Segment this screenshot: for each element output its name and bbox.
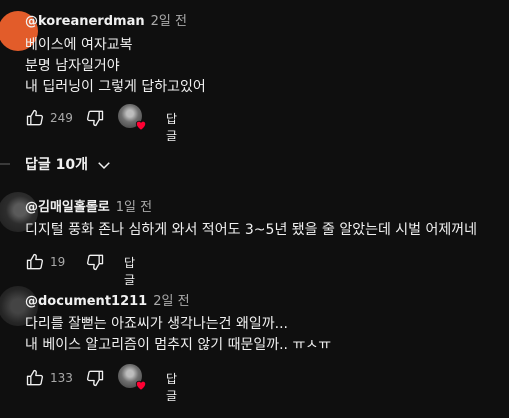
creator-heart-avatar — [118, 104, 147, 131]
comment-line: 베이스에 여자교복 — [25, 37, 133, 53]
comment-line: 디지털 풍화 존나 심하게 와서 적어도 3~5년 됐을 줄 알았는데 시벌 어… — [25, 222, 478, 238]
comment-line: 내 베이스 알고리즘이 멈추지 않기 때문일까.. ㅠㅅㅠ — [25, 337, 332, 353]
comment-time[interactable]: 2일 전 — [151, 14, 187, 29]
comment-time[interactable]: 2일 전 — [153, 294, 189, 309]
comment-header: @document1211 2일 전 — [25, 294, 190, 310]
like-count: 19 — [50, 255, 66, 269]
comments-section: @koreanerdman 2일 전 베이스에 여자교복 분명 남자일거야 내 딥… — [0, 0, 509, 418]
comment-author[interactable]: @koreanerdman — [25, 14, 145, 29]
comment-author[interactable]: @document1211 — [25, 294, 147, 309]
comment-author[interactable]: @김매일홀롤로 — [25, 200, 110, 215]
comment-header: @김매일홀롤로 1일 전 — [25, 200, 152, 216]
like-count: 249 — [50, 111, 73, 125]
chevron-down-icon — [98, 162, 110, 170]
comment-time[interactable]: 1일 전 — [116, 200, 152, 215]
comment-text: 다리를 잘뻗는 아죠씨가 생각나는건 왜일까... 내 베이스 알고리즘이 멈추… — [25, 314, 331, 356]
thumbs-down-icon[interactable] — [85, 368, 105, 388]
replies-count-label: 답글 10개 — [25, 157, 88, 173]
thumbs-up-icon[interactable] — [25, 368, 45, 388]
comment-header: @koreanerdman 2일 전 — [25, 14, 187, 30]
thumbs-up-icon[interactable] — [25, 252, 45, 272]
comment-line: 다리를 잘뻗는 아죠씨가 생각나는건 왜일까... — [25, 316, 288, 332]
reply-button[interactable]: 답글 — [166, 370, 177, 404]
thumbs-down-icon[interactable] — [85, 252, 105, 272]
comment-item: @document1211 2일 전 다리를 잘뻗는 아죠씨가 생각나는건 왜일까… — [0, 286, 509, 418]
comment-text: 베이스에 여자교복 분명 남자일거야 내 딥러닝이 그렇게 답하고있어 — [25, 35, 206, 98]
comment-text: 디지털 풍화 존나 심하게 와서 적어도 3~5년 됐을 줄 알았는데 시벌 어… — [25, 220, 477, 241]
view-replies-button[interactable]: 답글 10개 — [25, 154, 110, 174]
heart-icon — [134, 118, 148, 132]
comment-line: 분명 남자일거야 — [25, 58, 120, 74]
creator-heart-avatar — [118, 364, 147, 391]
thumbs-up-icon[interactable] — [25, 108, 45, 128]
comment-item: @koreanerdman 2일 전 베이스에 여자교복 분명 남자일거야 내 딥… — [0, 0, 509, 143]
reply-button[interactable]: 답글 — [166, 110, 177, 144]
thumbs-down-icon[interactable] — [85, 108, 105, 128]
comment-item: @김매일홀롤로 1일 전 디지털 풍화 존나 심하게 와서 적어도 3~5년 됐을… — [0, 192, 509, 287]
comment-line: 내 딥러닝이 그렇게 답하고있어 — [25, 79, 206, 95]
reply-button[interactable]: 답글 — [124, 254, 135, 288]
like-count: 133 — [50, 371, 73, 385]
heart-icon — [134, 378, 148, 392]
thread-line — [0, 163, 10, 165]
